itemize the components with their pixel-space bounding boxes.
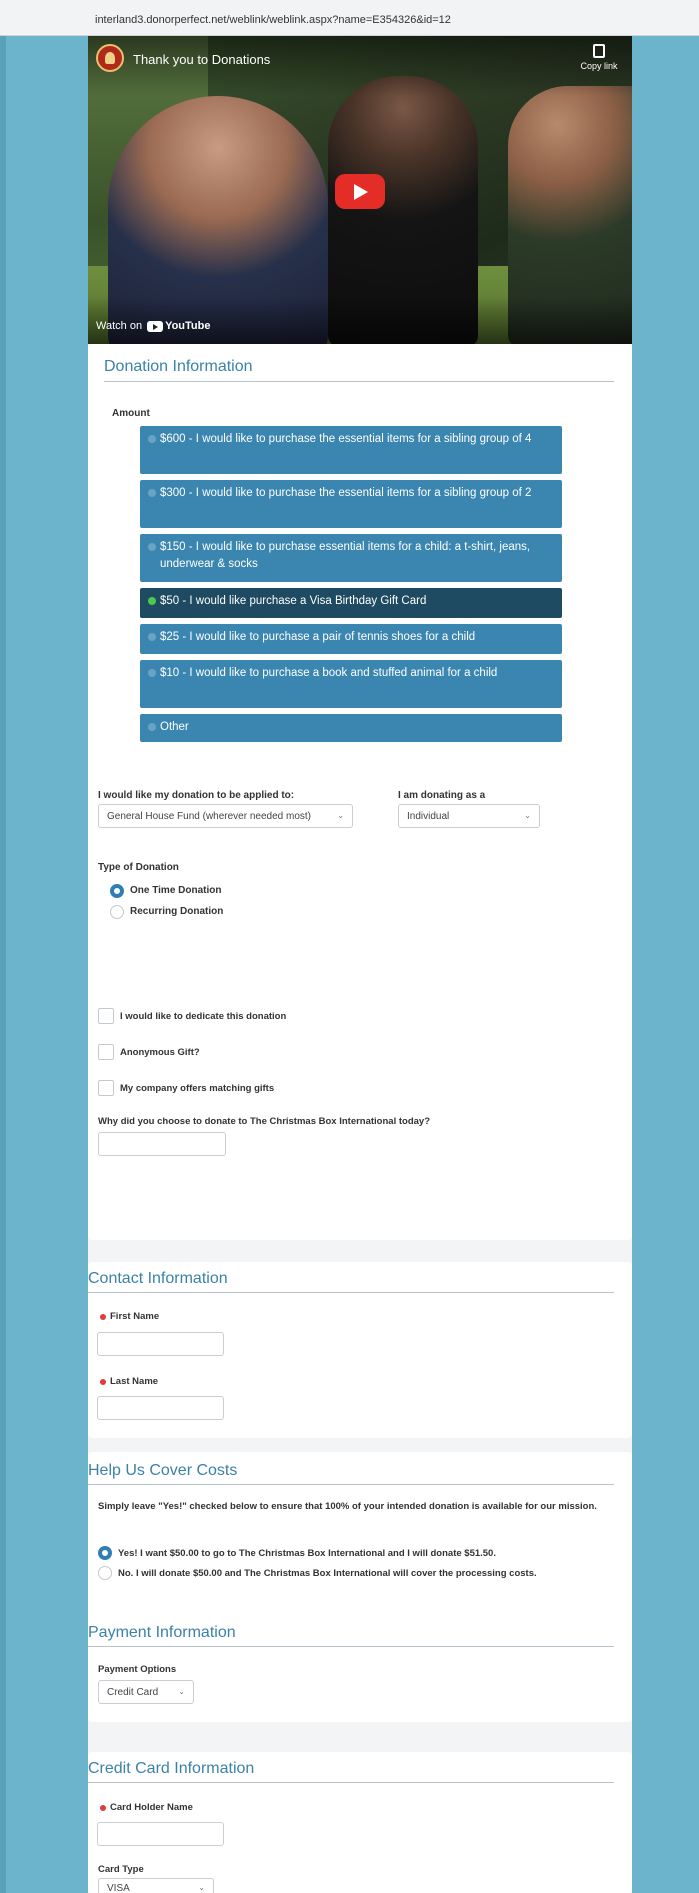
chevron-down-icon: ⌄ — [337, 811, 344, 820]
last-name-input[interactable] — [97, 1396, 224, 1420]
card-holder-input[interactable] — [97, 1822, 224, 1846]
anonymous-label: Anonymous Gift? — [120, 1047, 200, 1058]
cover-costs-section-title: Help Us Cover Costs — [88, 1462, 238, 1479]
one-time-radio[interactable] — [110, 884, 124, 898]
radio-dot-icon — [148, 633, 156, 641]
donation-section-title: Donation Information — [104, 358, 253, 375]
last-name-label: Last Name — [110, 1376, 159, 1387]
radio-dot-icon — [148, 543, 156, 551]
page-container: Thank you to Donations Copy link Watch o… — [88, 36, 632, 1893]
copy-icon — [593, 44, 605, 58]
youtube-label: YouTube — [165, 320, 211, 332]
amount-option-label: $50 - I would like purchase a Visa Birth… — [160, 595, 427, 607]
required-indicator — [100, 1805, 106, 1811]
youtube-video-embed[interactable]: Thank you to Donations Copy link Watch o… — [88, 36, 632, 344]
youtube-logo-icon: YouTube — [147, 320, 210, 332]
amount-option-label: $150 - I would like to purchase essentia… — [160, 541, 531, 570]
payment-options-value: Credit Card — [107, 1687, 159, 1698]
card-type-value: VISA — [107, 1883, 130, 1893]
donating-as-label: I am donating as a — [398, 790, 486, 801]
type-of-donation-label: Type of Donation — [98, 862, 179, 873]
credit-card-section-title: Credit Card Information — [88, 1760, 255, 1777]
credit-card-information-card: Credit Card Information Card Holder Name… — [88, 1752, 632, 1893]
required-indicator — [100, 1379, 106, 1385]
donation-information-card: Donation Information Amount $600 - I wou… — [88, 344, 632, 1240]
amount-option-label: $600 - I would like to purchase the esse… — [160, 433, 532, 445]
amount-option-other[interactable]: Other — [140, 714, 562, 742]
recurring-radio[interactable] — [110, 905, 124, 919]
applied-to-label: I would like my donation to be applied t… — [98, 790, 295, 801]
amount-option-10[interactable]: $10 - I would like to purchase a book an… — [140, 660, 562, 708]
section-divider — [104, 381, 614, 382]
chevron-down-icon: ⌄ — [198, 1883, 205, 1892]
applied-to-select[interactable]: General House Fund (wherever needed most… — [98, 804, 353, 828]
cover-costs-yes-radio[interactable] — [98, 1546, 112, 1560]
matching-gifts-checkbox[interactable] — [98, 1080, 114, 1096]
anonymous-checkbox[interactable] — [98, 1044, 114, 1060]
cover-costs-description: Simply leave "Yes!" checked below to ens… — [98, 1501, 597, 1512]
chevron-down-icon: ⌄ — [178, 1687, 185, 1696]
first-name-input[interactable] — [97, 1332, 224, 1356]
radio-dot-icon — [148, 669, 156, 677]
dedicate-checkbox[interactable] — [98, 1008, 114, 1024]
radio-dot-icon — [148, 435, 156, 443]
section-divider — [88, 1646, 614, 1647]
amount-option-150[interactable]: $150 - I would like to purchase essentia… — [140, 534, 562, 582]
amount-option-25[interactable]: $25 - I would like to purchase a pair of… — [140, 624, 562, 654]
section-divider — [88, 1484, 614, 1485]
required-indicator — [100, 1314, 106, 1320]
amount-option-50[interactable]: $50 - I would like purchase a Visa Birth… — [140, 588, 562, 618]
channel-avatar-icon[interactable] — [96, 44, 124, 72]
why-donate-input[interactable] — [98, 1132, 226, 1156]
one-time-label[interactable]: One Time Donation — [130, 885, 222, 896]
why-donate-label: Why did you choose to donate to The Chri… — [98, 1116, 430, 1127]
radio-dot-icon — [148, 489, 156, 497]
copy-link-label: Copy link — [580, 61, 618, 71]
cover-costs-yes-label[interactable]: Yes! I want $50.00 to go to The Christma… — [118, 1548, 496, 1559]
watch-on-youtube-button[interactable]: Watch on YouTube — [96, 320, 210, 332]
copy-link-button[interactable]: Copy link — [574, 44, 624, 71]
url-text[interactable]: interland3.donorperfect.net/weblink/webl… — [95, 14, 451, 26]
left-strip — [0, 36, 6, 1893]
youtube-play-icon — [147, 320, 164, 332]
payment-information-card: Payment Information Payment Options Cred… — [88, 1614, 632, 1722]
card-type-label: Card Type — [98, 1864, 144, 1875]
section-divider — [88, 1292, 614, 1293]
matching-gifts-label: My company offers matching gifts — [120, 1083, 275, 1094]
browser-address-bar[interactable]: interland3.donorperfect.net/weblink/webl… — [0, 0, 699, 36]
radio-dot-icon — [148, 723, 156, 731]
amount-option-600[interactable]: $600 - I would like to purchase the esse… — [140, 426, 562, 474]
cover-costs-no-radio[interactable] — [98, 1566, 112, 1580]
chevron-down-icon: ⌄ — [524, 811, 531, 820]
dedicate-label: I would like to dedicate this donation — [120, 1011, 287, 1022]
cover-costs-no-label[interactable]: No. I will donate $50.00 and The Christm… — [118, 1568, 537, 1579]
amount-option-300[interactable]: $300 - I would like to purchase the esse… — [140, 480, 562, 528]
payment-options-select[interactable]: Credit Card ⌄ — [98, 1680, 194, 1704]
first-name-label: First Name — [110, 1311, 160, 1322]
radio-dot-icon — [148, 597, 156, 605]
donating-as-select[interactable]: Individual ⌄ — [398, 804, 540, 828]
card-type-select[interactable]: VISA ⌄ — [98, 1878, 214, 1893]
payment-options-label: Payment Options — [98, 1664, 177, 1675]
amount-option-label: $25 - I would like to purchase a pair of… — [160, 631, 476, 643]
watch-on-label: Watch on — [96, 320, 143, 332]
contact-information-card: Contact Information First Name Last Name — [88, 1262, 632, 1438]
amount-option-label: $10 - I would like to purchase a book an… — [160, 667, 498, 679]
payment-section-title: Payment Information — [88, 1624, 236, 1641]
video-title[interactable]: Thank you to Donations — [133, 52, 270, 67]
donating-as-value: Individual — [407, 811, 450, 822]
contact-section-title: Contact Information — [88, 1270, 228, 1287]
cover-costs-card: Help Us Cover Costs Simply leave "Yes!" … — [88, 1452, 632, 1620]
play-icon[interactable] — [335, 174, 385, 209]
section-divider — [88, 1782, 614, 1783]
card-holder-label: Card Holder Name — [110, 1802, 193, 1813]
recurring-label[interactable]: Recurring Donation — [130, 906, 223, 917]
amount-option-label: Other — [160, 721, 189, 733]
applied-to-value: General House Fund (wherever needed most… — [107, 811, 311, 822]
amount-label: Amount — [112, 408, 150, 419]
amount-option-label: $300 - I would like to purchase the esse… — [160, 487, 532, 499]
